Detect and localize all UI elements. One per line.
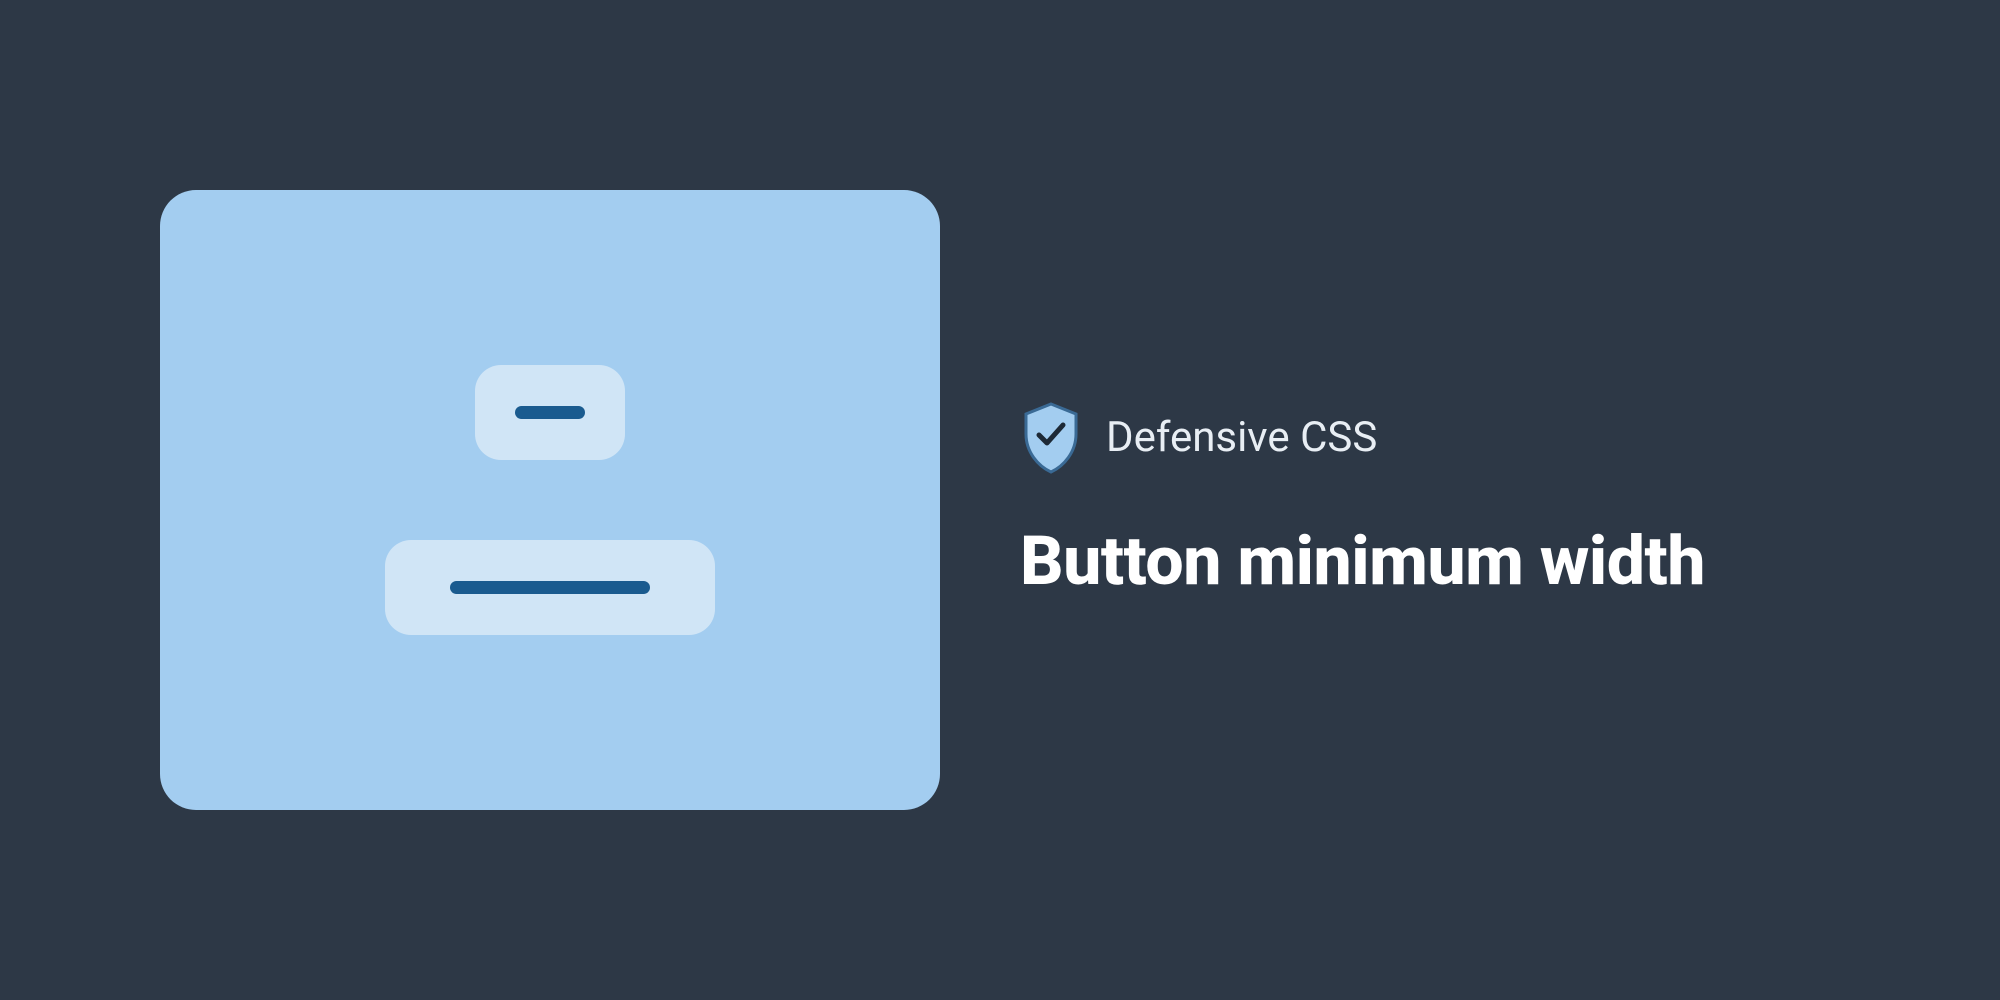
button-bar-large bbox=[450, 581, 650, 594]
shield-check-icon bbox=[1020, 402, 1082, 474]
button-bar-small bbox=[515, 406, 585, 419]
page-title: Button minimum width bbox=[1020, 524, 1840, 599]
demo-button-small bbox=[475, 365, 625, 460]
brand-label: Defensive CSS bbox=[1106, 413, 1377, 462]
brand-row: Defensive CSS bbox=[1020, 402, 1840, 474]
illustration-card bbox=[160, 190, 940, 810]
demo-button-large bbox=[385, 540, 715, 635]
text-content: Defensive CSS Button minimum width bbox=[1020, 402, 1840, 599]
